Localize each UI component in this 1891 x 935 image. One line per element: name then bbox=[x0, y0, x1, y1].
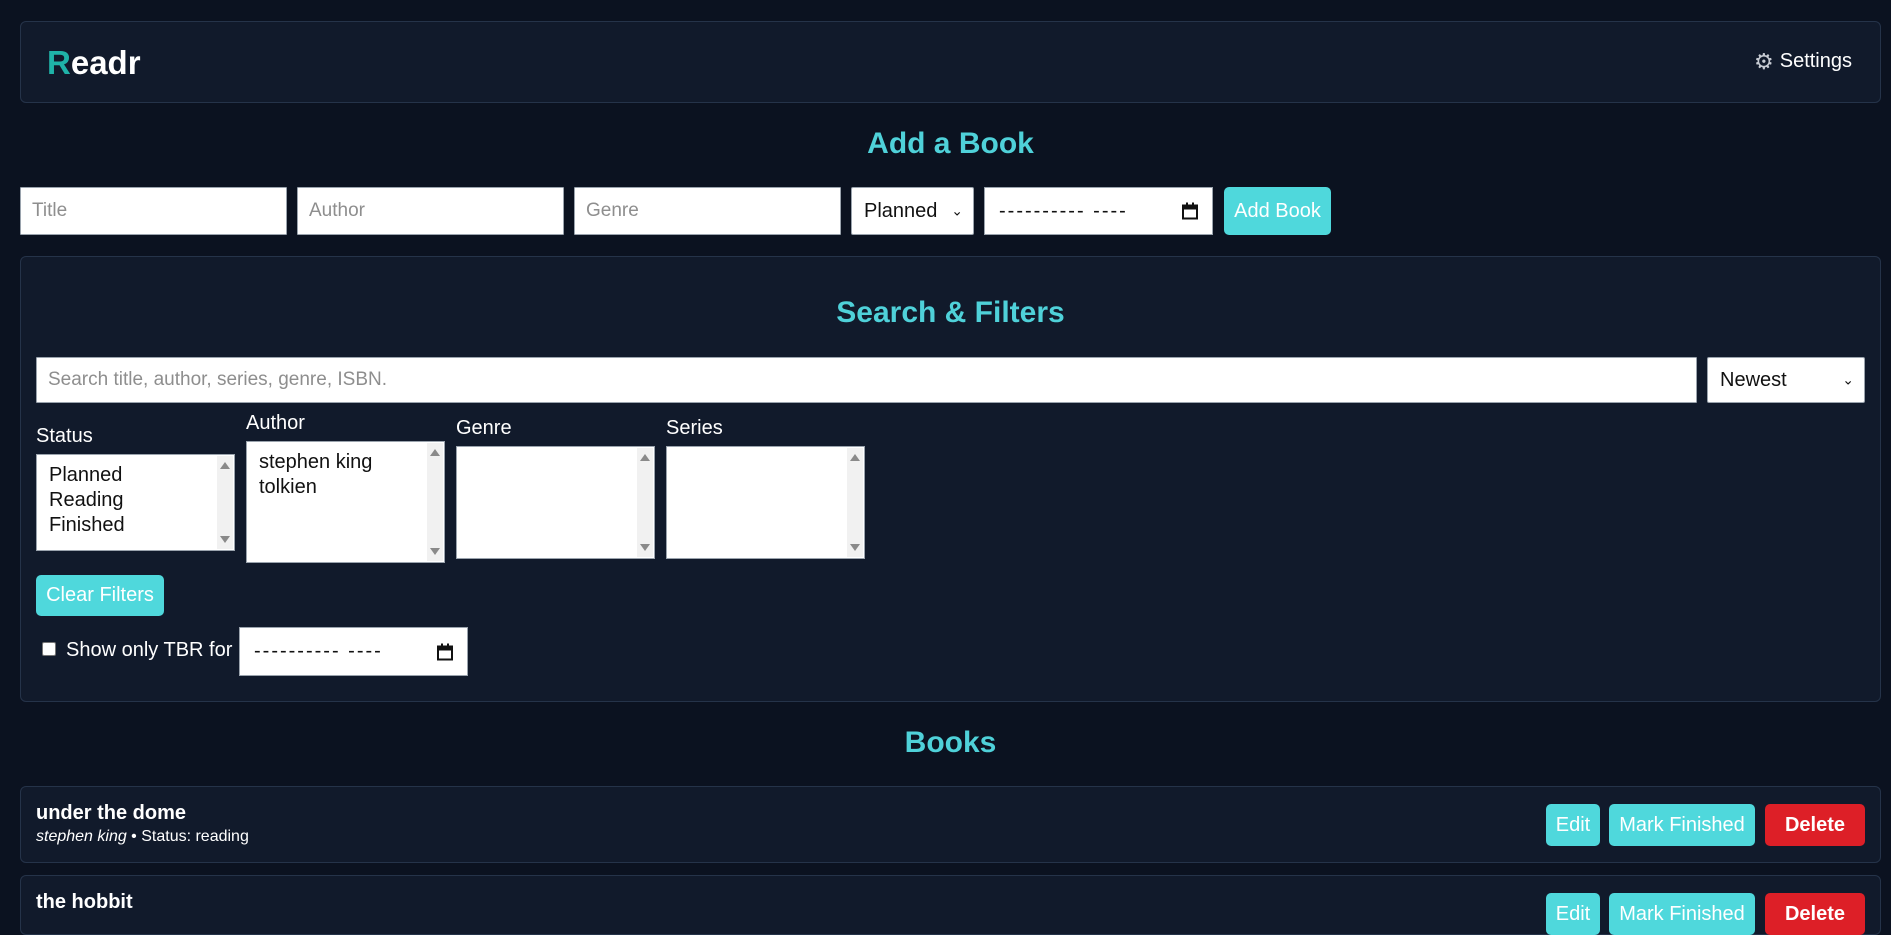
settings-button[interactable]: ⚙ Settings bbox=[1754, 50, 1852, 73]
status-select[interactable]: Planned ⌄ bbox=[851, 187, 974, 235]
edit-button[interactable]: Edit bbox=[1546, 893, 1600, 935]
tbr-label: Show only TBR for bbox=[66, 639, 233, 661]
search-filters-heading: Search & Filters bbox=[836, 296, 1065, 329]
title-input[interactable] bbox=[20, 187, 287, 235]
gear-icon: ⚙ bbox=[1754, 48, 1774, 74]
date-input-value: ---------- ---- bbox=[999, 199, 1128, 222]
logo-mark: R bbox=[47, 44, 71, 81]
delete-button[interactable]: Delete bbox=[1765, 804, 1865, 846]
status-filter-list[interactable]: Planned Reading Finished bbox=[36, 454, 235, 551]
add-book-button[interactable]: Add Book bbox=[1224, 187, 1331, 235]
author-filter-label: Author bbox=[246, 412, 305, 434]
tbr-date-input[interactable]: ---------- ---- bbox=[239, 627, 468, 676]
scroll-down-icon[interactable] bbox=[430, 548, 440, 555]
edit-button[interactable]: Edit bbox=[1546, 804, 1600, 846]
scroll-down-icon[interactable] bbox=[220, 536, 230, 543]
tbr-date-value: ---------- ---- bbox=[254, 640, 383, 662]
scroll-down-icon[interactable] bbox=[850, 544, 860, 551]
scrollbar[interactable] bbox=[217, 456, 233, 549]
scroll-up-icon[interactable] bbox=[850, 454, 860, 461]
series-filter-list[interactable] bbox=[666, 446, 865, 559]
author-filter-list[interactable]: stephen king tolkien bbox=[246, 441, 445, 563]
scroll-up-icon[interactable] bbox=[640, 454, 650, 461]
clear-filters-button[interactable]: Clear Filters bbox=[36, 575, 164, 616]
app-header: Readr ⚙ Settings bbox=[20, 21, 1881, 103]
list-option[interactable]: Finished bbox=[49, 513, 222, 538]
list-option[interactable]: Reading bbox=[49, 488, 222, 513]
calendar-icon[interactable] bbox=[1182, 202, 1198, 220]
book-card: the hobbit Edit Mark Finished Delete bbox=[20, 875, 1881, 935]
book-title: under the dome bbox=[36, 802, 187, 824]
scrollbar[interactable] bbox=[847, 448, 863, 557]
scroll-up-icon[interactable] bbox=[430, 449, 440, 456]
list-option[interactable]: stephen king bbox=[259, 450, 432, 475]
date-input[interactable]: ---------- ---- bbox=[984, 187, 1213, 235]
sort-select[interactable]: Newest ⌄ bbox=[1707, 357, 1865, 403]
status-filter-label: Status bbox=[36, 425, 93, 447]
book-author: stephen king bbox=[36, 828, 127, 845]
search-input[interactable] bbox=[36, 357, 1697, 403]
tbr-checkbox[interactable] bbox=[42, 642, 56, 656]
add-book-heading: Add a Book bbox=[867, 127, 1034, 160]
scroll-up-icon[interactable] bbox=[220, 462, 230, 469]
settings-label: Settings bbox=[1779, 50, 1852, 72]
chevron-down-icon: ⌄ bbox=[1842, 371, 1854, 388]
delete-button[interactable]: Delete bbox=[1765, 893, 1865, 935]
status-select-value: Planned bbox=[864, 199, 938, 222]
book-status: • Status: reading bbox=[126, 828, 249, 845]
book-title: the hobbit bbox=[36, 891, 133, 913]
book-meta: stephen king • Status: reading bbox=[36, 828, 249, 846]
sort-select-value: Newest bbox=[1720, 368, 1787, 391]
genre-input[interactable] bbox=[574, 187, 841, 235]
author-input[interactable] bbox=[297, 187, 564, 235]
chevron-down-icon: ⌄ bbox=[951, 202, 963, 219]
scroll-down-icon[interactable] bbox=[640, 544, 650, 551]
genre-filter-label: Genre bbox=[456, 417, 512, 439]
book-card: under the dome stephen king • Status: re… bbox=[20, 786, 1881, 863]
scrollbar[interactable] bbox=[637, 448, 653, 557]
books-heading: Books bbox=[904, 726, 997, 759]
genre-filter-list[interactable] bbox=[456, 446, 655, 559]
scrollbar[interactable] bbox=[427, 443, 443, 561]
logo-text: eadr bbox=[70, 44, 141, 81]
list-option[interactable]: tolkien bbox=[259, 475, 432, 500]
mark-finished-button[interactable]: Mark Finished bbox=[1609, 804, 1755, 846]
app-logo[interactable]: Readr bbox=[47, 44, 141, 82]
calendar-icon[interactable] bbox=[437, 643, 453, 660]
mark-finished-button[interactable]: Mark Finished bbox=[1609, 893, 1755, 935]
series-filter-label: Series bbox=[666, 417, 723, 439]
list-option[interactable]: Planned bbox=[49, 463, 222, 488]
